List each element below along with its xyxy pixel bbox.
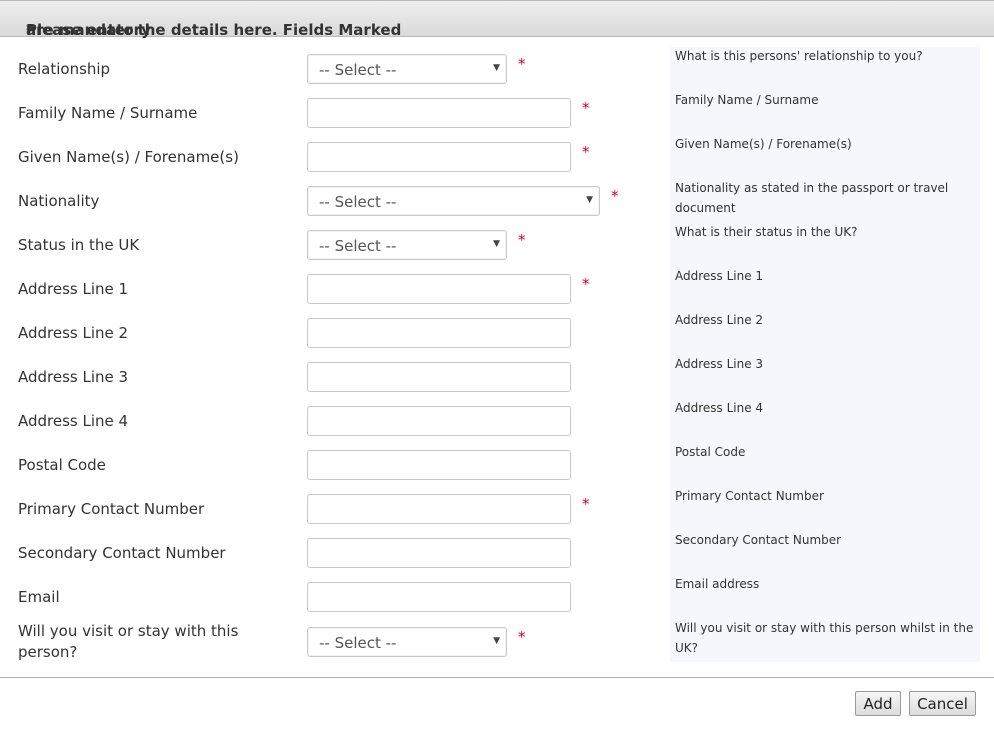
field-label-email: Email — [18, 588, 60, 606]
select-value: -- Select -- — [319, 193, 397, 211]
field-label-status-in-the-uk: Status in the UK — [18, 236, 140, 254]
help-text-secondary-contact-number: Secondary Contact Number — [675, 533, 842, 547]
field-label-address-line-3: Address Line 3 — [18, 368, 129, 386]
required-star: * — [582, 495, 590, 513]
help-text-address-line-1: Address Line 1 — [675, 269, 764, 283]
required-star: * — [611, 187, 619, 205]
dropdown-arrow-icon: ▼ — [493, 239, 500, 249]
address-line-4-input[interactable] — [307, 406, 571, 436]
help-text-primary-contact-number: Primary Contact Number — [675, 489, 824, 503]
family-name-surname-input[interactable] — [307, 98, 571, 128]
help-text-address-line-3: Address Line 3 — [675, 357, 764, 371]
help-text-nationality: Nationality as stated in the passport or… — [675, 181, 949, 215]
required-star: * — [582, 99, 590, 117]
field-label-primary-contact-number: Primary Contact Number — [18, 500, 205, 518]
help-text-will-you-visit-or-stay-with-this-person: Will you visit or stay with this person … — [675, 621, 974, 655]
field-label-address-line-4: Address Line 4 — [18, 412, 129, 430]
address-line-2-input[interactable] — [307, 318, 571, 348]
form-header: Please enter the details here. Fields Ma… — [0, 0, 994, 39]
address-line-3-input[interactable] — [307, 362, 571, 392]
footer-divider — [0, 677, 994, 678]
secondary-contact-number-input[interactable] — [307, 538, 571, 568]
select-value: -- Select -- — [319, 634, 397, 652]
status-in-the-uk-select[interactable]: -- Select -- ▼ — [307, 230, 507, 260]
required-star: * — [582, 143, 590, 161]
given-name-s-forename-s-input[interactable] — [307, 142, 571, 172]
field-label-address-line-2: Address Line 2 — [18, 324, 129, 342]
field-label-postal-code: Postal Code — [18, 456, 106, 474]
help-panel: What is this persons' relationship to yo… — [670, 47, 980, 662]
dropdown-arrow-icon: ▼ — [493, 636, 500, 646]
field-label-secondary-contact-number: Secondary Contact Number — [18, 544, 226, 562]
dropdown-arrow-icon: ▼ — [493, 63, 500, 73]
field-label-will-you-visit-or-stay-with-this-person: Will you visit or stay with this person? — [18, 622, 239, 661]
help-text-email: Email address — [675, 577, 760, 591]
select-value: -- Select -- — [319, 61, 397, 79]
email-input[interactable] — [307, 582, 571, 612]
field-label-family-name-surname: Family Name / Surname — [18, 104, 198, 122]
field-label-relationship: Relationship — [18, 60, 111, 78]
help-text-family-name-surname: Family Name / Surname — [675, 93, 819, 107]
help-text-status-in-the-uk: What is their status in the UK? — [675, 225, 858, 239]
help-text-postal-code: Postal Code — [675, 445, 746, 459]
address-line-1-input[interactable] — [307, 274, 571, 304]
select-value: -- Select -- — [319, 237, 397, 255]
dropdown-arrow-icon: ▼ — [586, 195, 593, 205]
will-you-visit-or-stay-with-this-person-select[interactable]: -- Select -- ▼ — [307, 627, 507, 657]
help-text-address-line-2: Address Line 2 — [675, 313, 764, 327]
field-label-address-line-1: Address Line 1 — [18, 280, 129, 298]
required-star: * — [582, 275, 590, 293]
nationality-select[interactable]: -- Select -- ▼ — [307, 186, 600, 216]
postal-code-input[interactable] — [307, 450, 571, 480]
required-star: * — [518, 628, 526, 646]
help-text-relationship: What is this persons' relationship to yo… — [675, 49, 923, 63]
required-star: * — [518, 55, 526, 73]
help-text-given-name-s-forename-s: Given Name(s) / Forename(s) — [675, 137, 852, 151]
field-label-given-name-s-forename-s: Given Name(s) / Forename(s) — [18, 148, 239, 166]
add-button[interactable]: Add — [855, 691, 901, 716]
help-text-address-line-4: Address Line 4 — [675, 401, 764, 415]
relationship-select[interactable]: -- Select -- ▼ — [307, 54, 507, 84]
required-star: * — [518, 231, 526, 249]
primary-contact-number-input[interactable] — [307, 494, 571, 524]
cancel-button[interactable]: Cancel — [909, 691, 976, 716]
field-label-nationality: Nationality — [18, 192, 100, 210]
